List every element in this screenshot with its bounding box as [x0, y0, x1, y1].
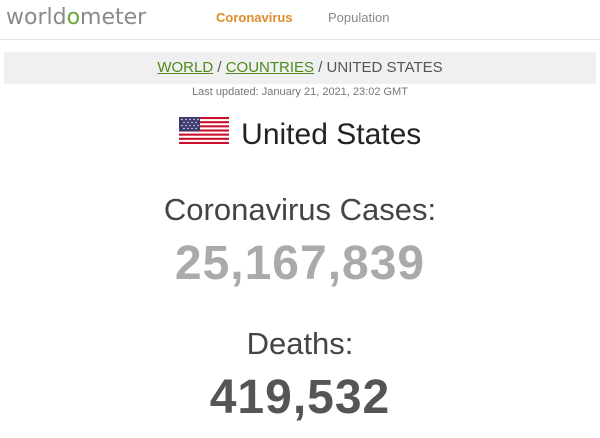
breadcrumb-separator: / [213, 59, 226, 76]
nav-coronavirus[interactable]: Coronavirus [216, 10, 293, 25]
country-heading: United States [0, 117, 600, 152]
last-updated-text: Last updated: January 21, 2021, 23:02 GM… [192, 86, 408, 98]
logo-text-prefix: world [6, 5, 67, 30]
breadcrumb-separator: / [314, 59, 327, 76]
nav-population[interactable]: Population [328, 10, 389, 25]
logo-globe-o: o [66, 5, 81, 30]
country-name: United States [241, 118, 422, 151]
logo-text-suffix: meter [80, 5, 147, 30]
breadcrumb-world-link[interactable]: WORLD [157, 59, 213, 76]
cases-label: Coronavirus Cases: [163, 192, 437, 227]
breadcrumb: WORLD / COUNTRIES / UNITED STATES [4, 52, 596, 84]
us-flag-icon [178, 117, 229, 149]
deaths-count: 419,532 [209, 371, 391, 424]
worldometer-logo[interactable]: worldometer [6, 5, 146, 30]
top-navbar: worldometer Coronavirus Population [0, 0, 600, 40]
breadcrumb-current: UNITED STATES [326, 59, 443, 76]
cases-count: 25,167,839 [174, 237, 426, 290]
deaths-label: Deaths: [246, 326, 354, 361]
breadcrumb-countries-link[interactable]: COUNTRIES [226, 59, 314, 76]
